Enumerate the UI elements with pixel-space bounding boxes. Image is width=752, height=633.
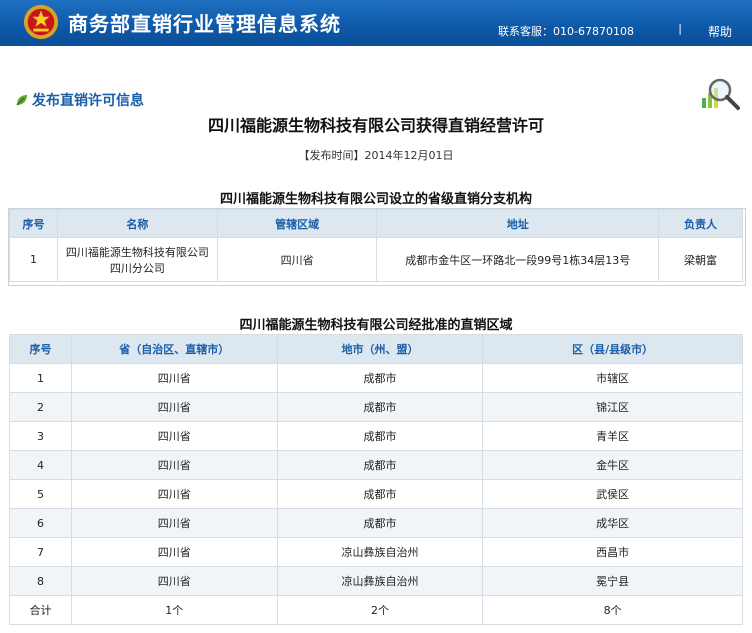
table-row: 3 四川省 成都市 青羊区 bbox=[9, 421, 743, 451]
table-cell: 梁朝富 bbox=[658, 237, 743, 282]
publish-time: 【发布时间】2014年12月01日 bbox=[298, 149, 454, 162]
table-cell: 四川省 bbox=[70, 421, 278, 451]
table-cell: 5 bbox=[9, 479, 72, 509]
area-table-header: 序号 省（自治区、直辖市） 地市（州、盟） 区（县/县级市） bbox=[9, 334, 743, 364]
table-cell: 凉山彝族自治州 bbox=[276, 566, 484, 596]
page-title: 四川福能源生物科技有限公司获得直销经营许可 bbox=[207, 116, 544, 135]
table-cell: 成都市金牛区一环路北一段99号1栋34层13号 bbox=[376, 237, 660, 282]
table-cell: 8 bbox=[9, 566, 72, 596]
table-cell: 四川省 bbox=[70, 479, 278, 509]
magnifier-chart-icon bbox=[702, 78, 740, 110]
table-row: 4 四川省 成都市 金牛区 bbox=[9, 450, 743, 480]
table-cell: 凉山彝族自治州 bbox=[276, 537, 484, 567]
national-emblem-icon bbox=[23, 4, 59, 40]
branch-table: 序号 名称 管辖区域 地址 负责人 1 四川福能源生物科技有限公司四川分公司 四川省 成都市金… bbox=[9, 209, 743, 282]
table-cell: 四川省 bbox=[70, 537, 278, 567]
section-heading: 发布直销许可信息 bbox=[15, 90, 144, 110]
branch-table-header: 序号 名称 管辖区域 地址 负责人 bbox=[9, 209, 743, 238]
table-cell: 3 bbox=[9, 421, 72, 451]
table-cell: 成都市 bbox=[276, 392, 484, 422]
table-cell: 1 bbox=[9, 237, 58, 282]
table-cell: 1 bbox=[9, 363, 72, 393]
table-cell: 四川福能源生物科技有限公司四川分公司 bbox=[56, 237, 218, 282]
area-table: 序号 省（自治区、直辖市） 地市（州、盟） 区（县/县级市） 1 四川省 成都市 市辖区 2 四… bbox=[9, 334, 743, 625]
table-cell: 锦江区 bbox=[482, 392, 743, 422]
branch_table-header-cell: 负责人 bbox=[658, 209, 743, 238]
total-row: 合计 1个 2个 8个 bbox=[9, 595, 743, 625]
area_table-header-cell: 序号 bbox=[9, 334, 72, 364]
table-cell: 1个 bbox=[70, 595, 278, 625]
table-cell: 成都市 bbox=[276, 479, 484, 509]
table-cell: 四川省 bbox=[70, 508, 278, 538]
table-row: 7 四川省 凉山彝族自治州 西昌市 bbox=[9, 537, 743, 567]
table-cell: 成都市 bbox=[276, 450, 484, 480]
table-row: 8 四川省 凉山彝族自治州 冕宁县 bbox=[9, 566, 743, 596]
table-cell: 西昌市 bbox=[482, 537, 743, 567]
area_table-header-cell: 区（县/县级市） bbox=[482, 334, 743, 364]
table-cell: 6 bbox=[9, 508, 72, 538]
table-row: 6 四川省 成都市 成华区 bbox=[9, 508, 743, 538]
table-cell: 7 bbox=[9, 537, 72, 567]
table-cell: 合计 bbox=[9, 595, 72, 625]
table-cell: 2 bbox=[9, 392, 72, 422]
table-row: 5 四川省 成都市 武侯区 bbox=[9, 479, 743, 509]
branch_table-header-cell: 地址 bbox=[376, 209, 660, 238]
section-label: 发布直销许可信息 bbox=[32, 93, 144, 109]
table-cell: 四川省 bbox=[216, 237, 378, 282]
contact-info: 联系客服：010-67870108 bbox=[498, 25, 634, 38]
table-cell: 成华区 bbox=[482, 508, 743, 538]
leaf-icon bbox=[16, 95, 27, 106]
table-cell: 金牛区 bbox=[482, 450, 743, 480]
branch-table-title: 四川福能源生物科技有限公司设立的省级直销分支机构 bbox=[219, 192, 532, 207]
area_table-header-cell: 省（自治区、直辖市） bbox=[70, 334, 278, 364]
area-table-title: 四川福能源生物科技有限公司经批准的直销区域 bbox=[239, 318, 513, 333]
branch_table-header-cell: 名称 bbox=[56, 209, 218, 238]
help-link[interactable]: 帮助 bbox=[708, 23, 732, 40]
table-cell: 2个 bbox=[276, 595, 484, 625]
branch_table-header-cell: 管辖区域 bbox=[216, 209, 378, 238]
table-cell: 青羊区 bbox=[482, 421, 743, 451]
site-header: 商务部直销行业管理信息系统 联系客服：010-67870108 | 帮助 bbox=[0, 0, 752, 46]
area_table-header-cell: 地市（州、盟） bbox=[276, 334, 484, 364]
table-cell: 成都市 bbox=[276, 421, 484, 451]
table-cell: 成都市 bbox=[276, 363, 484, 393]
table-cell: 四川省 bbox=[70, 566, 278, 596]
branch_table-header-cell: 序号 bbox=[9, 209, 58, 238]
table-cell: 4 bbox=[9, 450, 72, 480]
table-cell: 冕宁县 bbox=[482, 566, 743, 596]
table-cell: 市辖区 bbox=[482, 363, 743, 393]
site-title: 商务部直销行业管理信息系统 bbox=[68, 12, 341, 36]
table-cell: 8个 bbox=[482, 595, 743, 625]
table-row: 2 四川省 成都市 锦江区 bbox=[9, 392, 743, 422]
table-cell: 四川省 bbox=[70, 363, 278, 393]
table-row: 1 四川福能源生物科技有限公司四川分公司 四川省 成都市金牛区一环路北一段99号1栋3… bbox=[9, 237, 743, 282]
table-cell: 成都市 bbox=[276, 508, 484, 538]
table-cell: 四川省 bbox=[70, 450, 278, 480]
table-cell: 武侯区 bbox=[482, 479, 743, 509]
table-row: 1 四川省 成都市 市辖区 bbox=[9, 363, 743, 393]
table-cell: 四川省 bbox=[70, 392, 278, 422]
header-separator: | bbox=[678, 22, 682, 35]
